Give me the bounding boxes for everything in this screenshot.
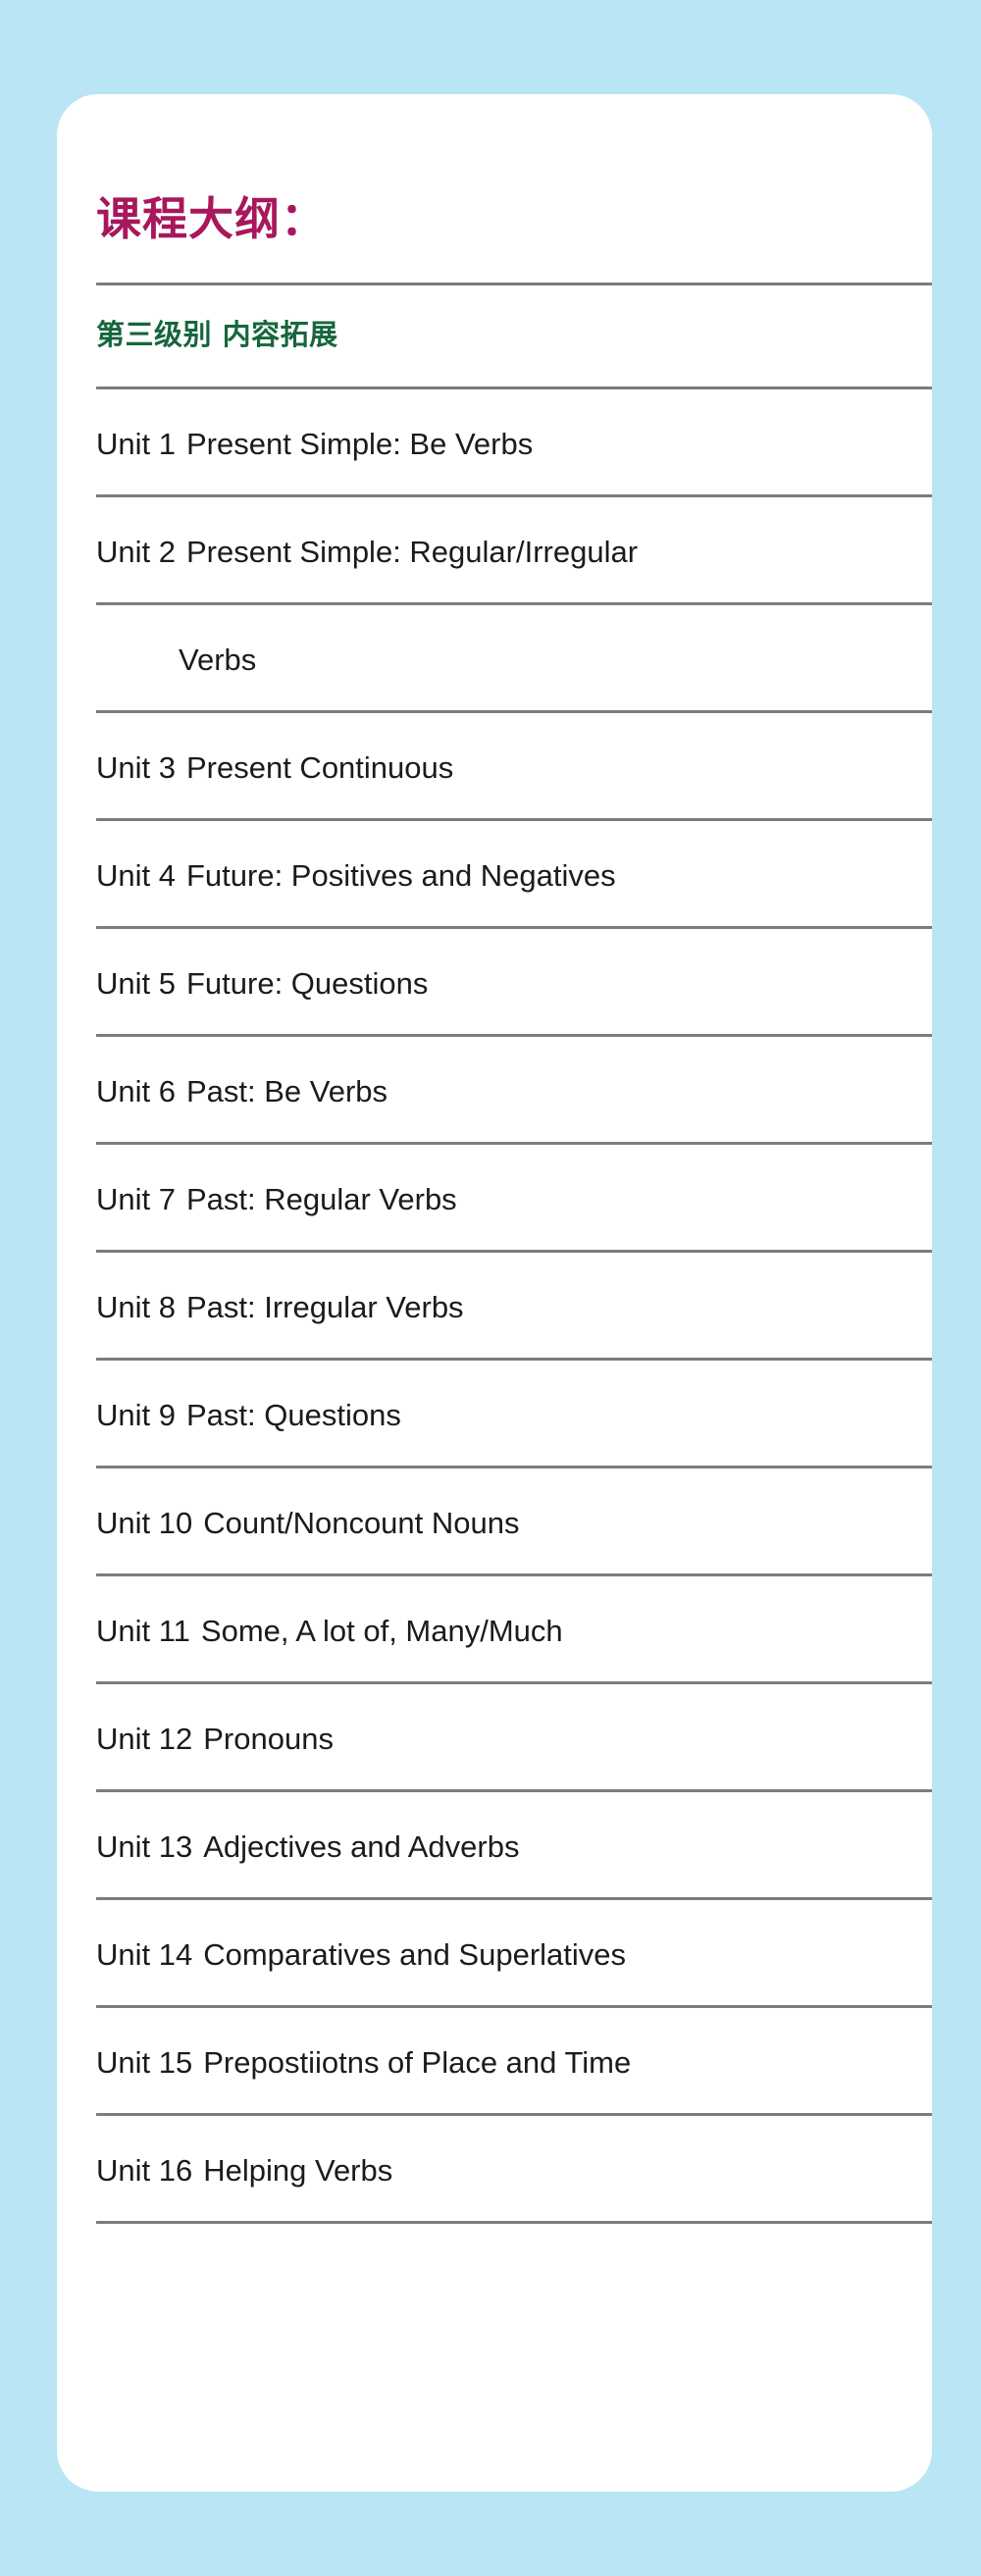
unit-row[interactable]: Unit 12 Pronouns [96, 1684, 932, 1792]
unit-topic: Prepostiiotns of Place and Time [203, 2045, 632, 2080]
unit-number: Unit 2 [96, 535, 176, 569]
unit-label: Unit 10 Count/Noncount Nouns [96, 1468, 932, 1573]
unit-label: Unit 8 Past: Irregular Verbs [96, 1253, 932, 1358]
unit-topic: Present Simple: Regular/Irregular [185, 535, 639, 569]
unit-list: Unit 1 Present Simple: Be Verbs Unit 2 Pres… [77, 389, 932, 2224]
unit-topic: Present Continuous [185, 750, 454, 785]
unit-number: Unit 14 [96, 1937, 193, 1972]
unit-number: Unit 10 [96, 1506, 193, 1540]
unit-label: Unit 15 Prepostiiotns of Place and Time [96, 2008, 932, 2113]
unit-topic: Future: Questions [185, 966, 429, 1001]
unit-number: Unit 16 [96, 2153, 193, 2188]
unit-number: Unit 7 [96, 1182, 176, 1216]
unit-row[interactable]: Unit 10 Count/Noncount Nouns [96, 1468, 932, 1576]
unit-topic: Comparatives and Superlatives [203, 1937, 627, 1972]
unit-topic: Adjectives and Adverbs [203, 1829, 520, 1864]
card-subtitle: 第三级别 内容拓展 [96, 318, 338, 351]
unit-label: Unit 2 Present Simple: Regular/Irregular [96, 497, 932, 602]
unit-number: Unit 12 [96, 1722, 193, 1756]
unit-number: Unit 6 [96, 1074, 176, 1108]
unit-row[interactable]: Unit 9 Past: Questions [96, 1361, 932, 1468]
unit-row[interactable]: Unit 1 Present Simple: Be Verbs [96, 389, 932, 497]
page-title: 课程大纲： [96, 192, 327, 245]
unit-number: Unit 9 [96, 1398, 176, 1432]
unit-label: Unit 6 Past: Be Verbs [96, 1037, 932, 1142]
unit-number: Unit 1 [96, 427, 176, 461]
unit-topic: Past: Regular Verbs [185, 1182, 457, 1216]
syllabus-page: 课程大纲： 第三级别 内容拓展 Unit 1 Present Simple: Be… [0, 0, 981, 2576]
unit-label: Unit 7 Past: Regular Verbs [96, 1145, 932, 1250]
unit-number: Unit 3 [96, 750, 176, 785]
unit-label: Unit 9 Past: Questions [96, 1361, 932, 1466]
unit-label: Unit 16 Helping Verbs [96, 2116, 932, 2221]
unit-row[interactable]: Unit 4 Future: Positives and Negatives [96, 821, 932, 929]
unit-row[interactable]: Unit 11 Some, A lot of, Many/Much [96, 1576, 932, 1684]
unit-number: Unit 5 [96, 966, 176, 1001]
unit-number: Unit 15 [96, 2045, 193, 2080]
unit-divider [96, 2221, 932, 2224]
unit-number: Unit 11 [96, 1614, 190, 1648]
card-header: 课程大纲： 第三级别 内容拓展 [77, 94, 932, 389]
unit-label: Unit 4 Future: Positives and Negatives [96, 821, 932, 926]
unit-topic: Some, A lot of, Many/Much [200, 1614, 563, 1648]
unit-topic: Present Simple: Be Verbs [185, 427, 534, 461]
unit-number: Unit 13 [96, 1829, 193, 1864]
unit-number: Unit 4 [96, 858, 176, 893]
unit-topic: Past: Be Verbs [185, 1074, 388, 1108]
unit-label: Unit 3 Present Continuous [96, 713, 932, 818]
unit-row[interactable]: Unit 13 Adjectives and Adverbs [96, 1792, 932, 1900]
unit-topic: Past: Irregular Verbs [185, 1290, 464, 1324]
unit-row[interactable]: Unit 8 Past: Irregular Verbs [96, 1253, 932, 1361]
unit-row[interactable]: Unit 7 Past: Regular Verbs [96, 1145, 932, 1253]
unit-row[interactable]: Unit 15 Prepostiiotns of Place and Time [96, 2008, 932, 2116]
unit-label: Unit 14 Comparatives and Superlatives [96, 1900, 932, 2005]
unit-label: Unit 11 Some, A lot of, Many/Much [96, 1576, 932, 1681]
unit-topic: Count/Noncount Nouns [203, 1506, 520, 1540]
unit-row[interactable]: Unit 5 Future: Questions [96, 929, 932, 1037]
unit-row[interactable]: Unit 3 Present Continuous [96, 713, 932, 821]
unit-topic: Future: Positives and Negatives [185, 858, 616, 893]
unit-label: Unit 12 Pronouns [96, 1684, 932, 1789]
unit-row[interactable]: Unit 14 Comparatives and Superlatives [96, 1900, 932, 2008]
unit-topic: Pronouns [203, 1722, 334, 1756]
unit-label: Unit 13 Adjectives and Adverbs [96, 1792, 932, 1897]
syllabus-card: 课程大纲： 第三级别 内容拓展 Unit 1 Present Simple: Be… [57, 94, 932, 2492]
unit-label: Unit 1 Present Simple: Be Verbs [96, 389, 932, 494]
unit-label: Unit 5 Future: Questions [96, 929, 932, 1034]
unit-topic: Helping Verbs [203, 2153, 393, 2188]
unit-topic: Past: Questions [185, 1398, 401, 1432]
unit-row[interactable]: Unit 2 Present Simple: Regular/Irregular V… [96, 497, 932, 713]
unit-number: Unit 8 [96, 1290, 176, 1324]
unit-topic-continuation: Verbs [179, 643, 257, 677]
unit-row[interactable]: Unit 16 Helping Verbs [96, 2116, 932, 2224]
unit-row[interactable]: Unit 6 Past: Be Verbs [96, 1037, 932, 1145]
